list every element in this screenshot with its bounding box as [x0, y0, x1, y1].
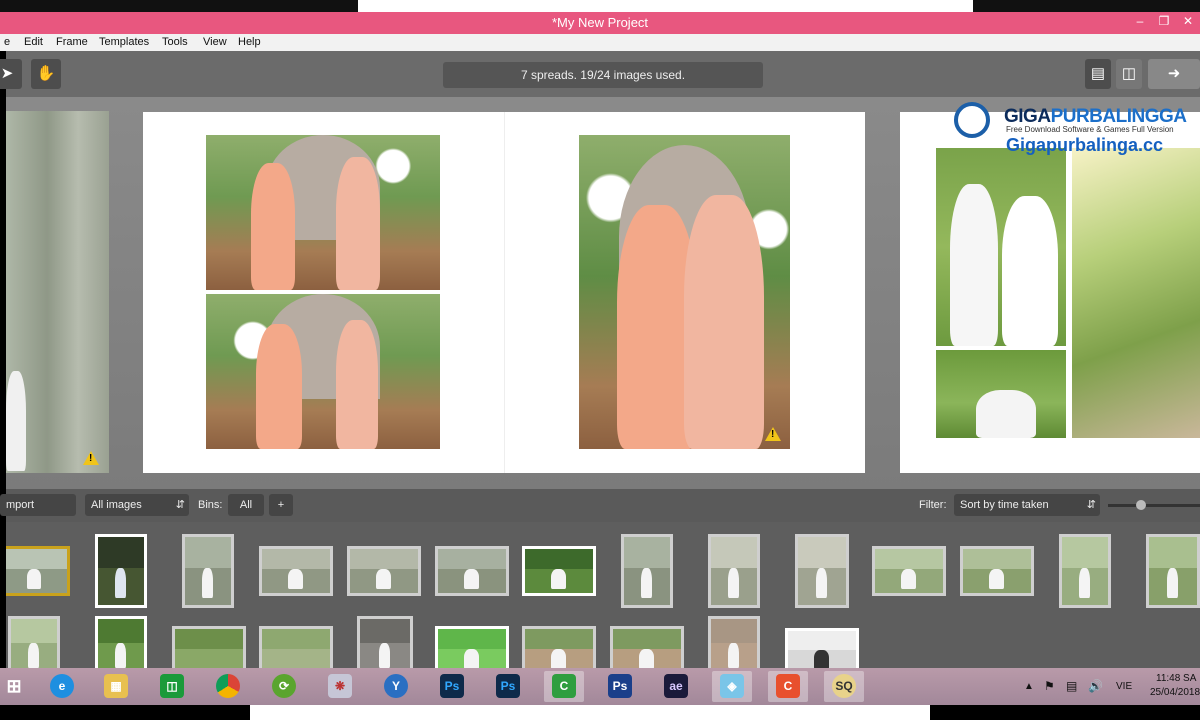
select-arrows-icon: ⇵ — [1086, 499, 1096, 511]
network-icon[interactable]: ▤ — [1066, 679, 1077, 693]
low-resolution-warning-icon[interactable]: ! — [765, 427, 781, 441]
windows-taskbar: ⊞ e ▦ ◫ ⟳ ❋ Y Ps Ps C Ps ae ◈ C SQ ▲ ⚑ ▤… — [0, 668, 1200, 705]
thumbnail[interactable] — [347, 546, 421, 596]
windows-start-icon[interactable]: ⊞ — [0, 671, 34, 702]
sq-app-icon[interactable]: SQ — [824, 671, 864, 702]
thumbnail[interactable] — [872, 546, 946, 596]
camtasia-icon[interactable]: C — [544, 671, 584, 702]
input-language[interactable]: VIE — [1116, 681, 1132, 692]
thumbnail[interactable] — [357, 616, 413, 668]
import-images-button[interactable]: mport Images — [0, 494, 76, 533]
thumbnail[interactable] — [1146, 534, 1200, 608]
eye-logo-icon — [954, 102, 990, 138]
chrome-icon[interactable] — [208, 671, 248, 702]
thumbnail[interactable] — [708, 534, 760, 608]
spread-photo-2[interactable] — [206, 294, 440, 449]
thumbnail[interactable] — [795, 534, 849, 608]
spread-photo-3[interactable] — [579, 135, 790, 449]
thumbnail[interactable] — [6, 546, 70, 596]
thumbnail[interactable] — [708, 616, 760, 668]
pink-app-icon[interactable]: ❋ — [320, 671, 360, 702]
next-spread-photo-2[interactable] — [936, 350, 1066, 438]
clock-time[interactable]: 11:48 SA — [1156, 673, 1196, 684]
photoshop-icon[interactable]: Ps — [600, 671, 640, 702]
thumbnail[interactable] — [610, 626, 684, 668]
maximize-icon[interactable]: ❐ — [1154, 14, 1174, 28]
show-hidden-icons-icon[interactable]: ▲ — [1024, 681, 1034, 692]
volume-icon[interactable]: 🔊 — [1088, 679, 1103, 693]
select-tool-icon[interactable]: ➤ — [0, 59, 22, 89]
spread-status: 7 spreads. 19/24 images used. — [443, 62, 763, 88]
single-page-view-icon[interactable]: ▤ — [1085, 59, 1111, 89]
thumbnail[interactable] — [95, 616, 147, 668]
next-spread[interactable] — [900, 112, 1200, 473]
images-filter-select[interactable]: All images ⇵ — [85, 494, 189, 516]
slider-knob[interactable] — [1136, 500, 1146, 510]
watermark-logo: GIGAPURBALINGGA Free Download Software &… — [950, 100, 1200, 160]
window-title: *My New Project — [551, 15, 649, 30]
after-effects-icon[interactable]: ae — [656, 671, 696, 702]
top-letterbox — [0, 0, 1200, 12]
camtasia-recorder-icon[interactable]: C — [768, 671, 808, 702]
thumbnail[interactable] — [172, 626, 246, 668]
next-spread-photo-1[interactable] — [936, 148, 1066, 346]
photoshop-icon[interactable]: Ps — [432, 671, 472, 702]
export-icon[interactable]: ➜ — [1148, 59, 1200, 89]
spread-photo-1[interactable] — [206, 135, 440, 290]
flag-icon[interactable]: ⚑ — [1044, 679, 1055, 693]
hand-tool-icon[interactable]: ✋ — [31, 59, 61, 89]
next-spread-photo-3[interactable] — [1072, 148, 1200, 438]
thumbnail[interactable] — [522, 546, 596, 596]
thumbnail[interactable] — [435, 546, 509, 596]
menu-file[interactable]: e — [4, 36, 10, 48]
menu-edit[interactable]: Edit — [24, 36, 43, 48]
thumbnail[interactable] — [259, 546, 333, 596]
close-icon[interactable]: ✕ — [1178, 14, 1198, 28]
thumbnail[interactable] — [435, 626, 509, 668]
toolbar: ➤ ✋ 7 spreads. 19/24 images used. ▤ ◫ ➜ — [0, 51, 1200, 97]
thumbnail[interactable] — [95, 534, 147, 608]
filter-label: Filter: — [919, 499, 947, 511]
ys-app-icon[interactable]: Y — [376, 671, 416, 702]
sort-select[interactable]: Sort by time taken ⇵ — [954, 494, 1100, 516]
menu-frame[interactable]: Frame — [56, 36, 88, 48]
thumbnail[interactable] — [1059, 534, 1111, 608]
bottom-letterbox — [0, 705, 1200, 720]
photoshop-icon[interactable]: Ps — [488, 671, 528, 702]
thumbnail[interactable] — [960, 546, 1034, 596]
bins-label: Bins: — [198, 499, 223, 511]
menu-tools[interactable]: Tools — [162, 36, 188, 48]
menu-help[interactable]: Help — [238, 36, 261, 48]
minimize-icon[interactable]: – — [1130, 14, 1150, 28]
low-resolution-warning-icon[interactable]: ! — [83, 451, 99, 465]
image-bin — [6, 522, 1200, 668]
menu-templates[interactable]: Templates — [99, 36, 149, 48]
thumbnail[interactable] — [785, 628, 859, 668]
prev-spread-photo[interactable] — [6, 111, 109, 473]
green-app-icon[interactable]: ⟳ — [264, 671, 304, 702]
thumbnail[interactable] — [522, 626, 596, 668]
thumbnail[interactable] — [259, 626, 333, 668]
thumbnail[interactable] — [182, 534, 234, 608]
bins-all-button[interactable]: All — [228, 494, 264, 516]
clock-date[interactable]: 25/04/2018 — [1150, 687, 1200, 698]
add-bin-button[interactable]: + — [269, 494, 293, 516]
thumbnail-size-slider[interactable] — [1108, 504, 1200, 507]
spread-view-icon[interactable]: ◫ — [1116, 59, 1142, 89]
blue-app-icon[interactable]: ◈ — [712, 671, 752, 702]
thumbnail[interactable] — [8, 616, 60, 668]
thumbnail[interactable] — [621, 534, 673, 608]
watermark-tagline: Free Download Software & Games Full Vers… — [1006, 125, 1174, 134]
menu-view[interactable]: View — [203, 36, 227, 48]
file-explorer-icon[interactable]: ▦ — [96, 671, 136, 702]
internet-explorer-icon[interactable]: e — [42, 671, 82, 702]
title-bar: *My New Project – ❐ ✕ — [0, 12, 1200, 34]
store-icon[interactable]: ◫ — [152, 671, 192, 702]
current-spread[interactable]: ! — [143, 112, 865, 473]
watermark-url: Gigapurbalinga.cc — [1006, 135, 1164, 155]
image-bin-bar: mport Images All images⇵ Bins: All + Fil… — [0, 489, 1200, 533]
menu-bar: e Edit Frame Templates Tools View Help — [0, 34, 1200, 51]
select-arrows-icon: ⇵ — [175, 499, 185, 511]
